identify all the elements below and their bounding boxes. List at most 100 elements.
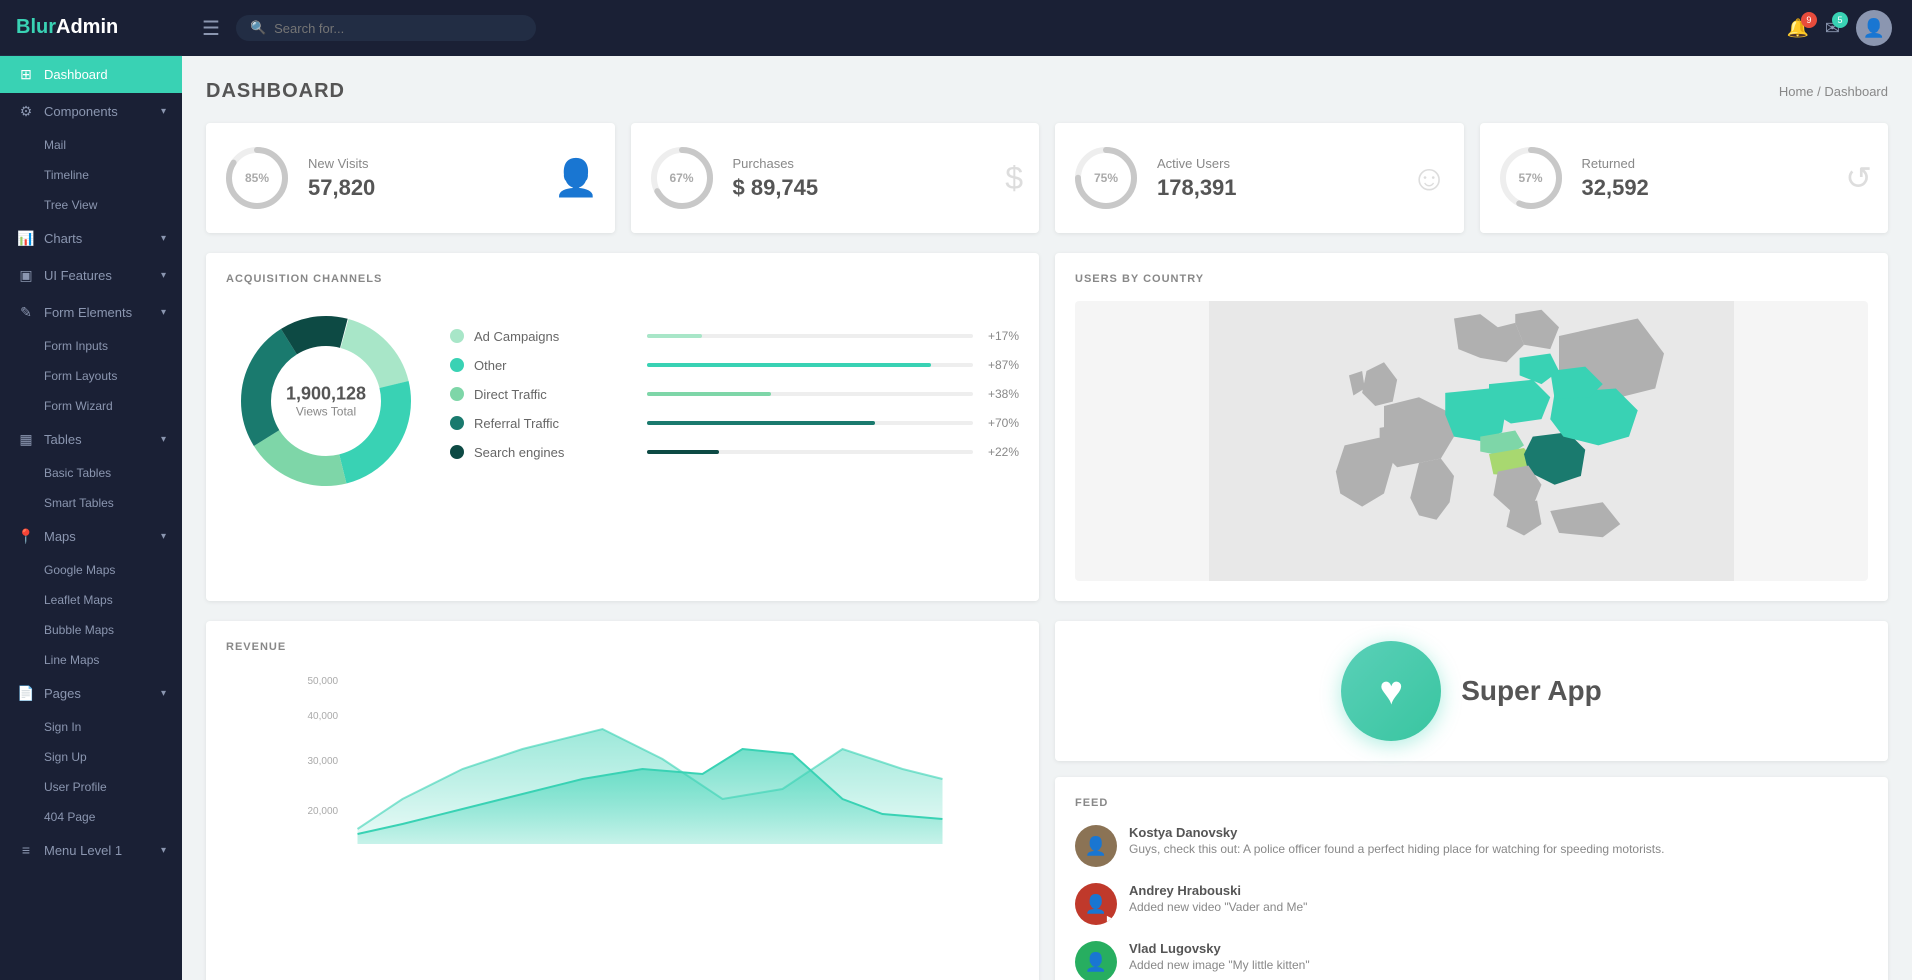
sidebar-item-google-maps[interactable]: Google Maps (0, 555, 182, 585)
sidebar-label-bubble-maps: Bubble Maps (44, 623, 114, 637)
sidebar-item-mail[interactable]: Mail (0, 130, 182, 160)
stat-icon-purchases: $ (1005, 160, 1023, 197)
sidebar-label-form-elements: Form Elements (44, 305, 132, 320)
sidebar-item-dashboard[interactable]: ⊞ Dashboard (0, 56, 182, 93)
stats-row: 85% New Visits 57,820 👤 67% (206, 123, 1888, 233)
search-input[interactable] (274, 21, 522, 36)
feed-name-2: Vlad Lugovsky (1129, 941, 1310, 956)
sidebar-label-form-wizard: Form Wizard (44, 399, 113, 413)
sidebar-item-signup[interactable]: Sign Up (0, 742, 182, 772)
sidebar-label-pages: Pages (44, 686, 81, 701)
sidebar-item-leaflet-maps[interactable]: Leaflet Maps (0, 585, 182, 615)
revenue-svg: 50,000 40,000 30,000 20,000 (226, 669, 1019, 849)
chevron-down-icon-pages: ▾ (161, 688, 166, 699)
feed-title: FEED (1075, 797, 1868, 809)
sidebar-label-form-layouts: Form Layouts (44, 369, 117, 383)
svg-text:30,000: 30,000 (308, 756, 339, 767)
sidebar-label-signup: Sign Up (44, 750, 87, 764)
map-placeholder (1075, 301, 1868, 581)
acquisition-title: ACQUISITION CHANNELS (226, 273, 1019, 285)
feed-card: FEED 👤 Kostya Danovsky Guys, check this … (1055, 777, 1888, 980)
sidebar-item-ui[interactable]: ▣ UI Features ▾ (0, 257, 182, 294)
acq-bar-wrap-2 (647, 392, 973, 396)
sidebar-item-timeline[interactable]: Timeline (0, 160, 182, 190)
sidebar-label-form-inputs: Form Inputs (44, 339, 108, 353)
ui-icon: ▣ (16, 267, 36, 284)
sidebar-label-menu-level: Menu Level 1 (44, 843, 122, 858)
sidebar-label-basic-tables: Basic Tables (44, 466, 111, 480)
revenue-chart: 50,000 40,000 30,000 20,000 (226, 669, 1019, 849)
stat-value-returned: 32,592 (1582, 175, 1830, 201)
messages-button[interactable]: ✉ 5 (1825, 18, 1840, 39)
bottom-row: REVENUE 50,000 40,000 30,000 20,000 (206, 621, 1888, 980)
sidebar-item-menu-level[interactable]: ≡ Menu Level 1 ▾ (0, 832, 182, 868)
sidebar-item-form-inputs[interactable]: Form Inputs (0, 331, 182, 361)
breadcrumb-home[interactable]: Home (1779, 84, 1814, 99)
sidebar-label-mail: Mail (44, 138, 66, 152)
stat-icon-visits: 👤 (554, 157, 599, 199)
sidebar-item-signin[interactable]: Sign In (0, 712, 182, 742)
revenue-card: REVENUE 50,000 40,000 30,000 20,000 (206, 621, 1039, 980)
sidebar-item-basic-tables[interactable]: Basic Tables (0, 458, 182, 488)
sidebar-label-components: Components (44, 104, 118, 119)
sidebar-item-user-profile[interactable]: User Profile (0, 772, 182, 802)
acq-bar-0 (647, 334, 702, 338)
stat-label-visits: New Visits (308, 156, 538, 171)
sidebar-label-charts: Charts (44, 231, 82, 246)
user-avatar[interactable]: 👤 (1856, 10, 1892, 46)
feed-name-0: Kostya Danovsky (1129, 825, 1664, 840)
tables-icon: ▦ (16, 431, 36, 448)
search-icon: 🔍 (250, 20, 266, 36)
acq-pct-0: +17% (983, 329, 1019, 343)
svg-text:40,000: 40,000 (308, 711, 339, 722)
svg-text:20,000: 20,000 (308, 806, 339, 817)
chevron-down-icon: ▾ (161, 106, 166, 117)
sidebar-item-tables[interactable]: ▦ Tables ▾ (0, 421, 182, 458)
feed-item-2: 👤 Vlad Lugovsky Added new image "My litt… (1075, 941, 1868, 980)
sidebar-label-signin: Sign In (44, 720, 81, 734)
stat-percent-returned: 57% (1518, 171, 1542, 185)
sidebar-item-line-maps[interactable]: Line Maps (0, 645, 182, 675)
sidebar-item-form-elements[interactable]: ✎ Form Elements ▾ (0, 294, 182, 331)
menu-level-icon: ≡ (16, 842, 36, 858)
page-header: DASHBOARD Home / Dashboard (206, 80, 1888, 103)
stat-percent-purchases: 67% (669, 171, 693, 185)
sidebar-item-components[interactable]: ⚙ Components ▾ (0, 93, 182, 130)
sidebar-item-pages[interactable]: 📄 Pages ▾ (0, 675, 182, 712)
users-by-country-card: USERS BY COUNTRY (1055, 253, 1888, 601)
breadcrumb: Home / Dashboard (1779, 84, 1888, 99)
acq-item-3: Referral Traffic +70% (450, 416, 1019, 431)
stat-card-returned: 57% Returned 32,592 ↺ (1480, 123, 1889, 233)
stat-value-visits: 57,820 (308, 175, 538, 201)
topbar: ☰ 🔍 🔔 9 ✉ 5 👤 (182, 0, 1912, 56)
acq-item-1: Other +87% (450, 358, 1019, 373)
sidebar-label-timeline: Timeline (44, 168, 89, 182)
sidebar-item-404[interactable]: 404 Page (0, 802, 182, 832)
sidebar-item-charts[interactable]: 📊 Charts ▾ (0, 220, 182, 257)
sidebar-item-maps[interactable]: 📍 Maps ▾ (0, 518, 182, 555)
acquisition-card: ACQUISITION CHANNELS (206, 253, 1039, 601)
sidebar-item-smart-tables[interactable]: Smart Tables (0, 488, 182, 518)
sidebar-label-smart-tables: Smart Tables (44, 496, 114, 510)
main-content: DASHBOARD Home / Dashboard 85% New (182, 56, 1912, 980)
sidebar-item-form-wizard[interactable]: Form Wizard (0, 391, 182, 421)
acq-dot-4 (450, 445, 464, 459)
app-icon: ♥ (1341, 641, 1441, 741)
revenue-title: REVENUE (226, 641, 1019, 653)
sidebar-label-line-maps: Line Maps (44, 653, 99, 667)
menu-toggle-button[interactable]: ☰ (202, 16, 220, 41)
stat-card-users: 75% Active Users 178,391 ☺ (1055, 123, 1464, 233)
stat-card-purchases: 67% Purchases $ 89,745 $ (631, 123, 1040, 233)
sidebar-item-bubble-maps[interactable]: Bubble Maps (0, 615, 182, 645)
sidebar-label-treeview: Tree View (44, 198, 97, 212)
sidebar-label-user-profile: User Profile (44, 780, 107, 794)
stat-label-purchases: Purchases (733, 156, 990, 171)
donut-center-label: Views Total (286, 405, 366, 419)
notifications-button[interactable]: 🔔 9 (1786, 18, 1808, 39)
stat-info-visits: New Visits 57,820 (308, 156, 538, 201)
stat-card-visits: 85% New Visits 57,820 👤 (206, 123, 615, 233)
map-title: USERS BY COUNTRY (1075, 273, 1868, 285)
sidebar-item-form-layouts[interactable]: Form Layouts (0, 361, 182, 391)
sidebar-item-treeview[interactable]: Tree View (0, 190, 182, 220)
main-wrapper: ☰ 🔍 🔔 9 ✉ 5 👤 DASHBOARD Home / Dashboar (182, 0, 1912, 980)
